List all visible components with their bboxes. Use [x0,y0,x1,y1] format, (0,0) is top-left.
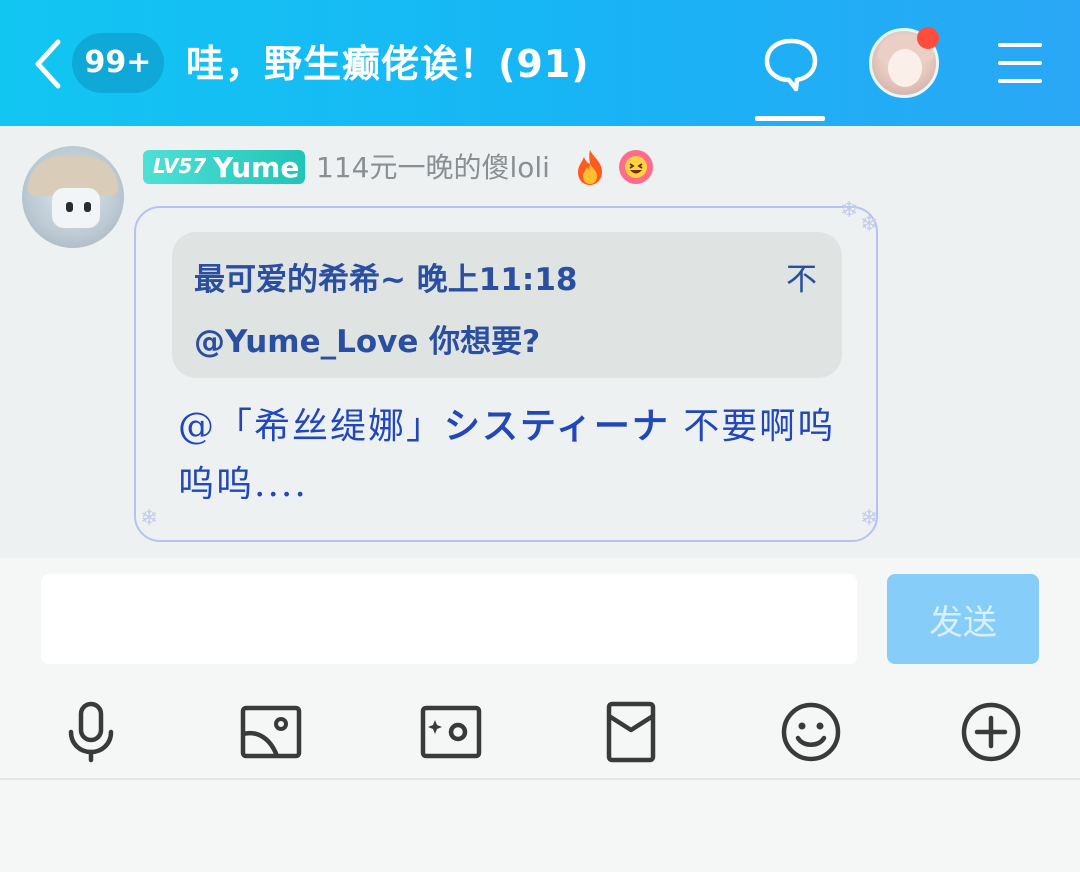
fire-emoji-icon [572,148,608,186]
plus-icon [961,702,1021,762]
camera-button[interactable] [419,700,483,764]
quote-header: 最可爱的希希~ 晚上11:18 [194,254,577,299]
quote-author: 最可爱的希希~ [194,262,406,298]
mention-kana[interactable]: システィーナ [444,406,670,447]
chevron-left-icon [35,39,61,89]
camera-icon [420,705,482,759]
active-tab-indicator [755,116,825,121]
message-input[interactable] [41,574,857,664]
image-button[interactable] [239,700,303,764]
snowflake-decoration-icon: ❄ [860,506,879,531]
notification-dot [917,27,939,49]
quote-pin-glyph: 不 [786,262,817,298]
chat-header: 99+ 哇，野生癫佬诶！(91) [0,0,1080,126]
menu-icon [998,43,1042,47]
quoted-message[interactable]: 最可爱的希希~ 晚上11:18 不 @Yume_Love 你想要? [172,232,842,378]
sender-avatar[interactable] [22,146,124,248]
red-envelope-button[interactable] [599,700,663,764]
send-button[interactable]: 发送 [887,574,1039,664]
sender-title: 114元一晚的傻loli [316,151,550,184]
emoji-icon [781,702,841,762]
quote-text: @Yume_Love 你想要? [194,324,541,360]
quote-time: 晚上11:18 [416,262,578,298]
image-icon [240,705,302,759]
emoji-button[interactable] [779,700,843,764]
more-button[interactable] [959,700,1023,764]
mention-link[interactable]: @「希丝缇娜」 [178,406,444,447]
message-text: @「希丝缇娜」システィーナ 不要啊呜呜呜.... [178,398,848,514]
level-label: LV57 [153,154,207,178]
unread-count-badge[interactable]: 99+ [72,33,164,93]
back-button[interactable] [30,38,70,90]
chat-tab[interactable] [755,30,825,122]
red-envelope-icon [606,701,656,763]
snowflake-decoration-icon: ❄ [840,198,859,223]
laughing-emoji-icon [617,148,653,186]
snowflake-decoration-icon: ❄ [140,506,159,531]
voice-button[interactable] [59,700,123,764]
snowflake-decoration-icon: ❄ [860,212,879,237]
sender-name: Yume [213,151,300,184]
microphone-icon [68,701,114,763]
menu-button[interactable] [998,43,1042,83]
chat-bubble-icon [764,38,818,92]
chat-title[interactable]: 哇，野生癫佬诶！(91) [186,34,590,94]
level-tag[interactable]: LV57 Yume [143,150,305,184]
bottom-panel [0,780,1080,872]
